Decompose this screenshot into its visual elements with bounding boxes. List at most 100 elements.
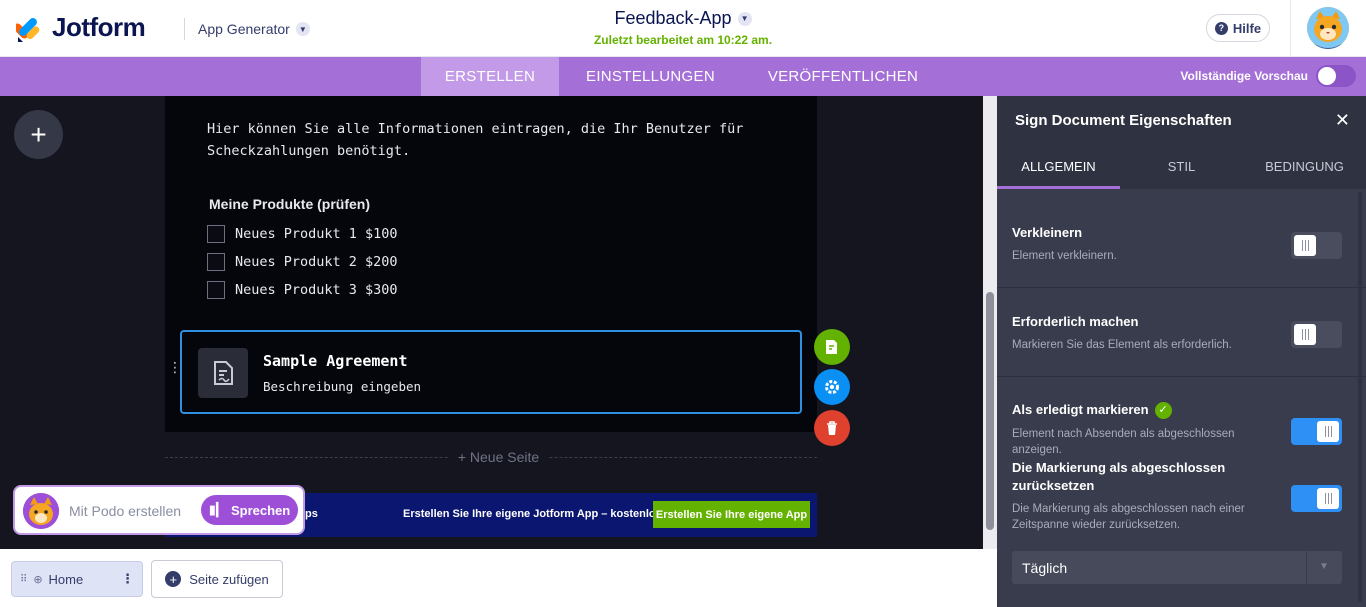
description-line: Hier können Sie alle Informationen eintr… (207, 121, 744, 137)
plus-icon: + (30, 118, 47, 150)
app-generator-dropdown[interactable]: App Generator ▼ (198, 21, 310, 37)
reset-done-toggle[interactable] (1291, 485, 1342, 512)
home-icon: ⊕ (33, 573, 43, 586)
edit-element-button[interactable] (814, 329, 850, 365)
setting-title: Verkleinern (1012, 225, 1083, 240)
gear-icon (825, 380, 839, 394)
new-page-label: + Neue Seite (447, 449, 550, 465)
app-generator-label: App Generator (198, 21, 290, 37)
app-title: Feedback-App (614, 8, 732, 28)
sign-document-icon (198, 348, 248, 398)
podo-avatar (23, 493, 59, 529)
builder-canvas: + Hier können Sie alle Informationen ein… (0, 96, 997, 549)
add-page-label: Seite zufügen (189, 571, 269, 587)
tab-veroeffentlichen[interactable]: VERÖFFENTLICHEN (742, 57, 944, 96)
add-page-button[interactable]: + Seite zufügen (151, 560, 283, 598)
help-label: Hilfe (1232, 20, 1262, 36)
avatar-divider (1290, 0, 1291, 56)
check-circle-icon: ✓ (1154, 401, 1172, 419)
plus-circle-icon: + (165, 571, 182, 587)
setting-description: Die Markierung als abgeschlossen nach ei… (1012, 503, 1245, 531)
description-line: Scheckzahlungen benötigt. (207, 143, 411, 159)
banner-text: Erstellen Sie Ihre eigene Jotform App – … (403, 508, 662, 520)
setting-title: Die Markierung als abgeschlossen zurücks… (1012, 460, 1226, 493)
cat-avatar-icon (1307, 7, 1349, 49)
panel-title: Sign Document Eigenschaften (1015, 112, 1232, 129)
page-tab-home[interactable]: ⠿ ⊕ Home ⋮ (11, 561, 143, 597)
mark-done-toggle[interactable] (1291, 418, 1342, 445)
chevron-down-icon: ▼ (295, 22, 310, 36)
product-checkbox[interactable] (207, 281, 225, 299)
builder-nav: ERSTELLEN EINSTELLUNGEN VERÖFFENTLICHEN … (0, 57, 1366, 96)
sign-document-element[interactable]: Sample Agreement Beschreibung eingeben (180, 330, 802, 414)
product-label: Neues Produkt 2 $200 (235, 254, 398, 270)
product-option[interactable]: Neues Produkt 1 $100 (207, 225, 398, 243)
chevron-down-icon: ▼ (1319, 561, 1329, 572)
chevron-down-icon: ▼ (737, 11, 752, 26)
reset-interval-select[interactable]: Täglich ▼ (1012, 551, 1342, 584)
podo-prompt-input[interactable]: Mit Podo erstellen (69, 503, 181, 519)
speak-label: Sprechen (230, 502, 291, 518)
speak-button[interactable]: ▮▎ Sprechen (201, 495, 298, 525)
create-own-app-button[interactable]: Erstellen Sie Ihre eigene App (653, 501, 810, 528)
trash-icon (827, 421, 837, 435)
document-edit-icon (826, 340, 837, 354)
microphone-wave-icon: ▮▎ (208, 502, 226, 517)
panel-header: Sign Document Eigenschaften ✕ (997, 96, 1366, 144)
shrink-toggle[interactable] (1291, 232, 1342, 259)
product-option[interactable]: Neues Produkt 2 $200 (207, 253, 398, 271)
setting-title-row: Als erledigt markieren ✓ (1012, 401, 1172, 419)
element-settings-button[interactable] (814, 369, 850, 405)
tab-allgemein[interactable]: ALLGEMEIN (997, 144, 1120, 189)
app-title-dropdown[interactable]: Feedback-App ▼ (614, 8, 752, 29)
banner-left-text: ps (305, 508, 318, 520)
top-bar: Jotform App Generator ▼ Feedback-App ▼ Z… (0, 0, 1366, 57)
tab-erstellen[interactable]: ERSTELLEN (421, 57, 559, 96)
delete-element-button[interactable] (814, 410, 850, 446)
products-title: Meine Produkte (prüfen) (209, 196, 371, 212)
setting-title: Erforderlich machen (1012, 314, 1139, 329)
panel-tabs: ALLGEMEIN STIL BEDINGUNG (997, 144, 1366, 189)
tab-bedingung[interactable]: BEDINGUNG (1243, 144, 1366, 189)
setting-description: Element verkleinern. (1012, 250, 1117, 262)
podo-cat-icon (23, 493, 59, 529)
add-element-button[interactable]: + (14, 110, 63, 159)
canvas-scrollbar[interactable] (983, 96, 997, 549)
product-checkbox[interactable] (207, 253, 225, 271)
setting-shrink: Verkleinern Element verkleinern. (997, 196, 1366, 288)
product-option[interactable]: Neues Produkt 3 $300 (207, 281, 398, 299)
required-toggle[interactable] (1291, 321, 1342, 348)
more-options-icon[interactable]: ⋮ (121, 571, 134, 587)
user-avatar[interactable] (1307, 7, 1349, 49)
header-divider (184, 18, 185, 40)
setting-required: Erforderlich machen Markieren Sie das El… (997, 288, 1366, 377)
question-icon: ? (1214, 21, 1228, 35)
select-divider (1306, 551, 1307, 584)
product-label: Neues Produkt 1 $100 (235, 226, 398, 242)
agreement-title: Sample Agreement (263, 352, 408, 370)
setting-description: Markieren Sie das Element als erforderli… (1012, 339, 1232, 351)
properties-panel: Sign Document Eigenschaften ✕ ALLGEMEIN … (997, 96, 1366, 607)
jotform-logo[interactable]: Jotform (16, 12, 146, 43)
full-preview-label: Vollständige Vorschau (1180, 69, 1308, 83)
jotform-logo-icon (16, 17, 40, 42)
setting-title: Als erledigt markieren (1012, 402, 1149, 417)
brand-name: Jotform (52, 12, 146, 42)
podo-assistant-bar: Mit Podo erstellen ▮▎ Sprechen (13, 485, 305, 535)
page-tab-label: Home (48, 571, 84, 587)
tab-stil[interactable]: STIL (1120, 144, 1243, 189)
agreement-description: Beschreibung eingeben (263, 379, 422, 394)
full-preview-toggle[interactable] (1316, 65, 1356, 87)
product-label: Neues Produkt 3 $300 (235, 282, 398, 298)
canvas-scrollbar-thumb[interactable] (986, 292, 994, 530)
form-description[interactable]: Hier können Sie alle Informationen eintr… (207, 118, 767, 162)
pages-bar: ⠿ ⊕ Home ⋮ + Seite zufügen (0, 549, 997, 607)
help-button[interactable]: ? Hilfe (1206, 14, 1270, 42)
product-checkbox[interactable] (207, 225, 225, 243)
setting-description: Element nach Absenden als abgeschlossen … (1012, 428, 1235, 456)
drag-handle-icon[interactable]: ⠿ (20, 574, 27, 585)
tab-einstellungen[interactable]: EINSTELLUNGEN (559, 57, 742, 96)
new-page-button[interactable]: + Neue Seite (0, 449, 997, 467)
full-preview-control: Vollständige Vorschau (1180, 65, 1356, 87)
close-icon[interactable]: ✕ (1335, 110, 1350, 131)
